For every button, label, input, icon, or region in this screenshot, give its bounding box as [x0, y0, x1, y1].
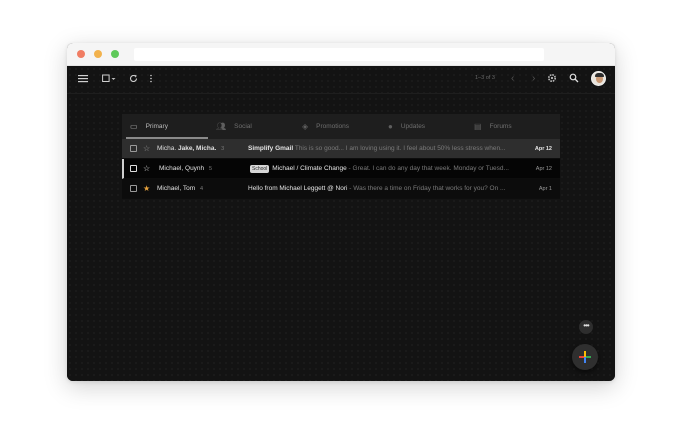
settings-icon[interactable] [547, 73, 557, 87]
row-checkbox[interactable] [130, 145, 137, 152]
inbox-icon: ▭ [130, 122, 138, 131]
sender-part: Michael, Tom [157, 185, 196, 192]
tab-social[interactable]: 👥︎ Social [208, 114, 294, 139]
tab-label: Promotions [316, 123, 350, 130]
people-icon: 👥︎ [216, 122, 227, 131]
row-checkbox[interactable] [130, 165, 137, 172]
maximize-window-button[interactable] [111, 50, 119, 58]
sender-part: Micha. [157, 145, 177, 152]
tab-label: Primary [145, 123, 168, 130]
thread-count: 3 [221, 146, 225, 152]
toolbar: 1–3 of 3 ‹ › [67, 66, 615, 94]
email-date: Apr 1 [538, 185, 552, 192]
browser-titlebar [67, 43, 615, 66]
email-date: Apr 12 [534, 145, 552, 152]
chevron-left-icon[interactable]: ‹ [511, 73, 514, 84]
star-icon[interactable]: ☆ [143, 144, 150, 153]
email-snippet: - Great. I can do any day that week. Mon… [346, 164, 509, 172]
more-horiz-icon: ••• [583, 321, 589, 330]
tab-updates[interactable]: ● Updates [380, 114, 466, 139]
email-row[interactable]: ☆ Michael, Quynh 5 School Michael / Clima… [122, 159, 560, 179]
tab-label: Social [234, 123, 252, 130]
label-badge[interactable]: School [250, 164, 270, 173]
search-icon[interactable] [569, 73, 579, 87]
close-window-button[interactable] [77, 50, 85, 58]
browser-window: 1–3 of 3 ‹ › ▭ Primary 👥︎ Social ◈ Promo… [67, 43, 615, 381]
email-content: Simplify Gmail This is so good... I am l… [248, 145, 516, 152]
email-subject: Michael / Climate Change [272, 164, 347, 172]
menu-icon[interactable] [78, 73, 88, 87]
email-snippet: - Was there a time on Friday that works … [347, 185, 506, 192]
tab-label: Updates [400, 123, 426, 130]
select-checkbox-icon[interactable] [102, 73, 116, 87]
more-options-button[interactable]: ••• [579, 320, 593, 334]
avatar[interactable] [591, 71, 606, 86]
address-bar[interactable] [134, 47, 544, 61]
inbox-panel: ▭ Primary 👥︎ Social ◈ Promotions ● Updat… [122, 114, 560, 199]
email-snippet: This is so good... I am loving using it.… [293, 145, 506, 152]
pager-text: 1–3 of 3 [475, 75, 495, 81]
email-content: School Michael / Climate Change - Great. … [250, 164, 518, 173]
forum-icon: ▤ [474, 122, 482, 131]
tab-primary[interactable]: ▭ Primary [122, 114, 208, 139]
tab-forums[interactable]: ▤ Forums [466, 114, 552, 139]
email-row[interactable]: ☆ Micha. Jake, Micha. 3 Simplify Gmail T… [122, 139, 560, 159]
info-icon: ● [388, 122, 393, 131]
tab-promotions[interactable]: ◈ Promotions [294, 114, 380, 139]
thread-count: 5 [208, 166, 213, 172]
email-row[interactable]: ★ Michael, Tom 4 Hello from Michael Legg… [122, 179, 560, 199]
chevron-right-icon[interactable]: › [532, 73, 535, 84]
minimize-window-button[interactable] [94, 50, 102, 58]
star-icon[interactable]: ☆ [143, 164, 150, 173]
email-sender: Micha. Jake, Micha. 3 [157, 145, 245, 152]
more-vert-icon[interactable] [149, 73, 153, 87]
star-filled-icon[interactable]: ★ [143, 184, 150, 193]
sender-part-unread: Jake, Micha. [177, 145, 217, 152]
email-sender: Michael, Quynh 5 [159, 165, 247, 172]
category-tabs: ▭ Primary 👥︎ Social ◈ Promotions ● Updat… [122, 114, 560, 139]
email-subject: Hello from Michael Leggett @ Nori [248, 185, 348, 192]
email-content: Hello from Michael Leggett @ Nori - Was … [248, 185, 516, 192]
gmail-app: 1–3 of 3 ‹ › ▭ Primary 👥︎ Social ◈ Promo… [67, 66, 615, 381]
email-date: Apr 12 [535, 165, 552, 172]
email-sender: Michael, Tom 4 [157, 185, 245, 192]
sender-part: Michael, Quynh [159, 165, 205, 172]
tag-icon: ◈ [302, 122, 309, 131]
refresh-icon[interactable] [129, 73, 138, 87]
tab-label: Forums [489, 123, 512, 130]
thread-count: 4 [199, 186, 204, 192]
email-subject: Simplify Gmail [248, 145, 294, 152]
compose-button[interactable] [572, 344, 598, 370]
row-checkbox[interactable] [130, 185, 137, 192]
